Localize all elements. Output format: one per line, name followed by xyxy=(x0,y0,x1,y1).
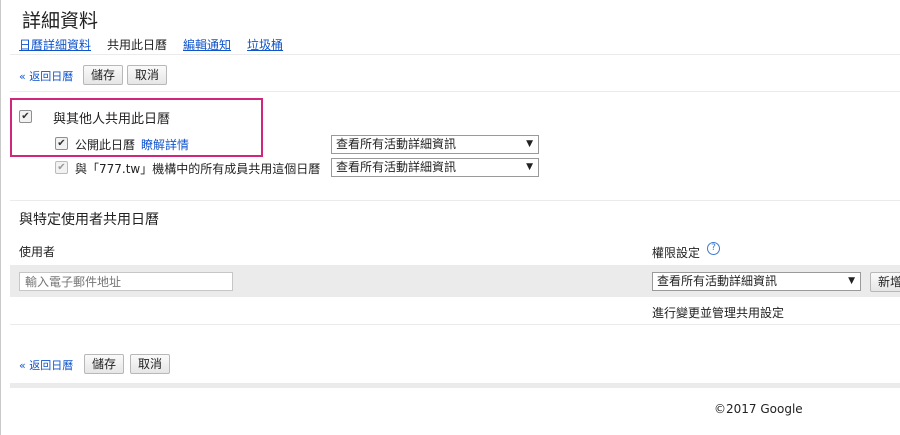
org-share-label: 與「777.tw」機構中的所有成員共用這個日曆 xyxy=(75,162,321,176)
user-permission-select[interactable]: 查看所有活動詳細資訊 ▼ xyxy=(652,272,861,291)
save-button[interactable]: 儲存 xyxy=(83,65,124,85)
org-permission-select[interactable]: 查看所有活動詳細資訊 ▼ xyxy=(331,158,539,177)
checkmark-icon: ✔ xyxy=(21,111,30,122)
tab-trash[interactable]: 垃圾桶 xyxy=(247,36,283,53)
cancel-button-bottom[interactable]: 取消 xyxy=(130,354,171,374)
public-permission-value: 查看所有活動詳細資訊 xyxy=(336,137,457,151)
page-title: 詳細資料 xyxy=(22,10,99,32)
checkmark-icon: ✔ xyxy=(57,162,66,173)
learn-more-link[interactable]: 瞭解詳情 xyxy=(141,136,189,153)
dropdown-arrow-icon: ▼ xyxy=(848,276,855,286)
divider xyxy=(10,324,900,325)
back-to-calendar-link[interactable]: « 返回日曆 xyxy=(19,68,73,84)
manage-sharing-note: 進行變更並管理共用設定 xyxy=(652,306,785,320)
divider xyxy=(10,91,900,92)
make-public-label: 公開此日曆 xyxy=(75,138,136,152)
save-button-bottom[interactable]: 儲存 xyxy=(84,354,125,374)
make-public-checkbox[interactable]: ✔ xyxy=(55,137,68,150)
highlight-box xyxy=(10,98,263,157)
share-with-others-label: 與其他人共用此日曆 xyxy=(53,112,171,127)
left-border xyxy=(0,0,1,435)
copyright: ©2017 Google xyxy=(714,402,803,416)
tab-calendar-details[interactable]: 日曆詳細資料 xyxy=(19,36,91,53)
email-input[interactable] xyxy=(19,272,233,291)
divider xyxy=(10,200,900,201)
tab-bar: 日曆詳細資料 共用此日曆 編輯通知 垃圾桶 xyxy=(19,36,299,53)
help-icon[interactable]: ? xyxy=(707,242,720,255)
tab-edit-notifications[interactable]: 編輯通知 xyxy=(183,36,231,53)
user-column-header: 使用者 xyxy=(19,245,56,259)
specific-users-heading: 與特定使用者共用日曆 xyxy=(19,212,159,228)
tab-share-calendar[interactable]: 共用此日曆 xyxy=(107,36,167,53)
add-user-button[interactable]: 新增 xyxy=(870,272,900,292)
footer-bar xyxy=(10,383,900,388)
org-permission-value: 查看所有活動詳細資訊 xyxy=(336,160,457,174)
cancel-button[interactable]: 取消 xyxy=(127,65,168,85)
user-permission-value: 查看所有活動詳細資訊 xyxy=(657,274,778,288)
back-to-calendar-link-bottom[interactable]: « 返回日曆 xyxy=(19,357,73,373)
share-with-others-checkbox[interactable]: ✔ xyxy=(19,110,32,123)
checkmark-icon: ✔ xyxy=(57,138,66,149)
public-permission-select[interactable]: 查看所有活動詳細資訊 ▼ xyxy=(331,135,539,154)
org-share-checkbox: ✔ xyxy=(55,161,68,174)
dropdown-arrow-icon: ▼ xyxy=(526,162,533,172)
permission-column-header: 權限設定 xyxy=(652,246,701,260)
dropdown-arrow-icon: ▼ xyxy=(526,139,533,149)
divider xyxy=(10,54,900,55)
